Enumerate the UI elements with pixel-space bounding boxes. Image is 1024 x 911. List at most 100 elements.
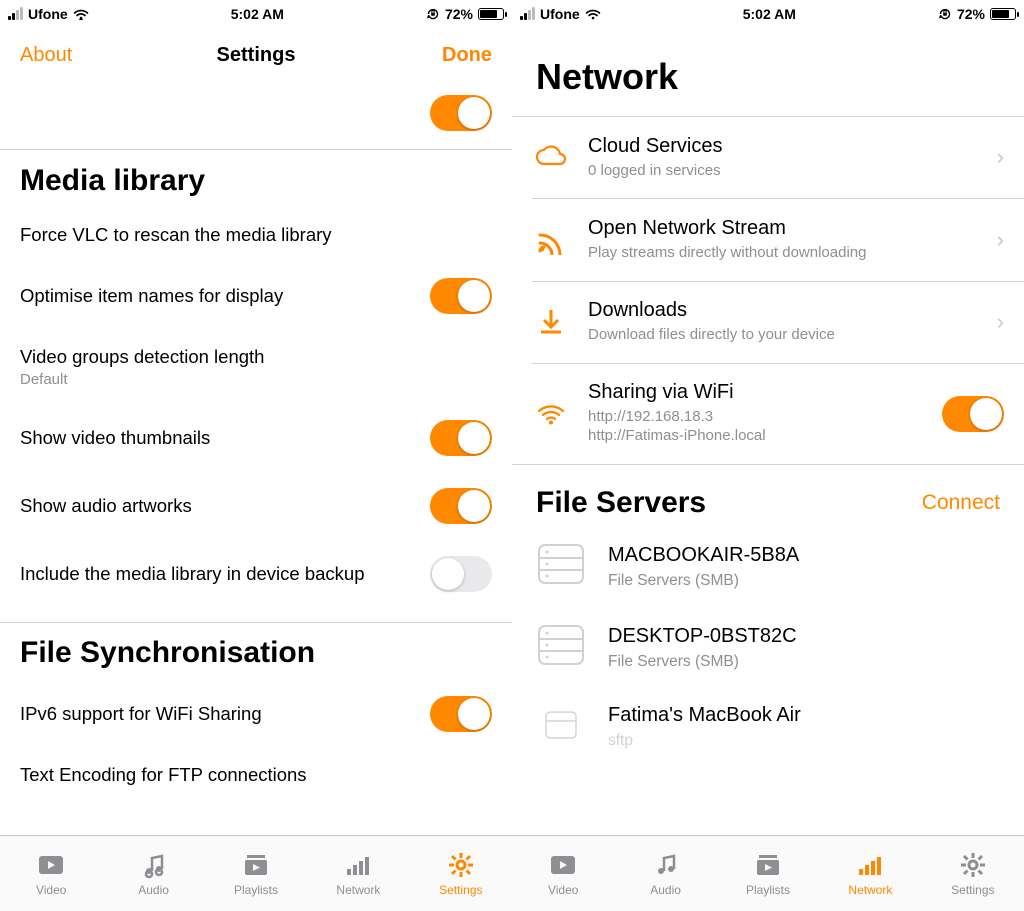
backup-toggle[interactable] <box>430 556 492 592</box>
network-bars-icon <box>855 851 885 879</box>
tab-settings-label: Settings <box>439 883 482 897</box>
wifi-icon <box>585 8 601 20</box>
optimise-names-toggle[interactable] <box>430 278 492 314</box>
tab-network[interactable]: Network <box>307 836 409 911</box>
server-row[interactable]: Fatima's MacBook Air sftp <box>512 688 1024 750</box>
server-proto: File Servers (SMB) <box>608 572 799 590</box>
downloads-row[interactable]: Downloads Download files directly to you… <box>512 281 1024 363</box>
server-proto: sftp <box>608 732 801 750</box>
ipv6-label: IPv6 support for WiFi Sharing <box>20 703 430 725</box>
file-servers-header: File Servers Connect <box>512 464 1024 526</box>
backup-row: Include the media library in device back… <box>0 540 512 608</box>
cell-signal-icon <box>520 8 535 20</box>
chevron-right-icon: › <box>991 144 1004 170</box>
server-icon <box>536 623 586 672</box>
tab-settings-label: Settings <box>951 883 994 897</box>
server-row[interactable]: DESKTOP-0BST82C File Servers (SMB) <box>512 607 1024 688</box>
about-button[interactable]: About <box>20 44 100 67</box>
gear-icon <box>446 851 476 879</box>
cloud-services-row[interactable]: Cloud Services 0 logged in services › <box>512 117 1024 199</box>
server-row[interactable]: MACBOOKAIR-5B8A File Servers (SMB) <box>512 526 1024 607</box>
status-bar: Ufone 5:02 AM 72% <box>512 0 1024 28</box>
file-servers-label: File Servers <box>536 486 706 520</box>
tab-network-label: Network <box>848 883 892 897</box>
settings-screen: Ufone 5:02 AM 72% About Settings Done Me… <box>0 0 512 911</box>
groups-length-value: Default <box>20 371 492 388</box>
server-icon <box>536 710 586 745</box>
optimise-names-row: Optimise item names for display <box>0 262 512 330</box>
wifi-title: Sharing via WiFi <box>588 381 924 404</box>
battery-icon <box>990 8 1016 20</box>
tab-audio-label: Audio <box>138 883 169 897</box>
cloud-title: Cloud Services <box>588 135 973 158</box>
wifi-share-icon <box>532 401 570 427</box>
groups-length-label: Video groups detection length <box>20 346 492 368</box>
tab-playlists[interactable]: Playlists <box>717 836 819 911</box>
optimise-names-label: Optimise item names for display <box>20 285 430 307</box>
open-stream-row[interactable]: Open Network Stream Play streams directl… <box>512 199 1024 281</box>
music-note-icon <box>139 851 169 879</box>
thumbnails-row: Show video thumbnails <box>0 404 512 472</box>
wifi-url-1: http://192.168.18.3 <box>588 408 924 427</box>
clock: 5:02 AM <box>743 6 796 22</box>
file-sync-header: File Synchronisation <box>0 622 512 680</box>
force-rescan-label: Force VLC to rescan the media library <box>20 224 492 246</box>
battery-percent: 72% <box>957 6 985 22</box>
tab-video[interactable]: Video <box>512 836 614 911</box>
chevron-right-icon: › <box>991 309 1004 335</box>
battery-percent: 72% <box>445 6 473 22</box>
tab-network[interactable]: Network <box>819 836 921 911</box>
tab-playlists-label: Playlists <box>234 883 278 897</box>
thumbnails-label: Show video thumbnails <box>20 427 430 449</box>
battery-icon <box>478 8 504 20</box>
tab-bar: Video Audio Playlists Network Settings <box>512 835 1024 911</box>
chevron-right-icon: › <box>991 227 1004 253</box>
tab-playlists-label: Playlists <box>746 883 790 897</box>
settings-title: Settings <box>217 44 296 67</box>
carrier-label: Ufone <box>540 6 580 22</box>
backup-label: Include the media library in device back… <box>20 563 430 585</box>
network-bars-icon <box>343 851 373 879</box>
network-content: Network Cloud Services 0 logged in servi… <box>512 28 1024 835</box>
connect-button[interactable]: Connect <box>922 491 1000 515</box>
done-button[interactable]: Done <box>412 44 492 67</box>
unknown-toggle[interactable] <box>430 95 492 131</box>
tab-audio[interactable]: Audio <box>614 836 716 911</box>
server-icon <box>536 542 586 591</box>
cell-signal-icon <box>8 8 23 20</box>
server-name: DESKTOP-0BST82C <box>608 625 797 648</box>
wifi-icon <box>73 8 89 20</box>
video-icon <box>36 851 66 879</box>
tab-video-label: Video <box>36 883 66 897</box>
artworks-label: Show audio artworks <box>20 495 430 517</box>
artworks-row: Show audio artworks <box>0 472 512 540</box>
cloud-icon <box>532 144 570 170</box>
ipv6-toggle[interactable] <box>430 696 492 732</box>
ftp-encoding-row[interactable]: Text Encoding for FTP connections <box>0 748 512 802</box>
groups-length-row[interactable]: Video groups detection length Default <box>0 330 512 404</box>
tab-video[interactable]: Video <box>0 836 102 911</box>
cloud-sub: 0 logged in services <box>588 162 973 181</box>
settings-content: Media library Force VLC to rescan the me… <box>0 83 512 835</box>
network-screen: Ufone 5:02 AM 72% Network Cloud Services… <box>512 0 1024 911</box>
playlist-icon <box>753 851 783 879</box>
wifi-sharing-toggle[interactable] <box>942 396 1004 432</box>
stream-icon <box>532 225 570 255</box>
playlist-icon <box>241 851 271 879</box>
rotation-lock-icon <box>938 7 952 21</box>
tab-settings[interactable]: Settings <box>410 836 512 911</box>
network-header: Network <box>512 28 1024 116</box>
tab-settings[interactable]: Settings <box>922 836 1024 911</box>
media-library-header: Media library <box>0 150 512 208</box>
downloads-title: Downloads <box>588 299 973 322</box>
wifi-sharing-row: Sharing via WiFi http://192.168.18.3 htt… <box>512 363 1024 464</box>
tab-playlists[interactable]: Playlists <box>205 836 307 911</box>
ipv6-row: IPv6 support for WiFi Sharing <box>0 680 512 748</box>
force-rescan-row[interactable]: Force VLC to rescan the media library <box>0 208 512 262</box>
tab-audio[interactable]: Audio <box>102 836 204 911</box>
thumbnails-toggle[interactable] <box>430 420 492 456</box>
server-proto: File Servers (SMB) <box>608 653 797 671</box>
artworks-toggle[interactable] <box>430 488 492 524</box>
ftp-encoding-label: Text Encoding for FTP connections <box>20 764 492 786</box>
download-icon <box>532 307 570 337</box>
